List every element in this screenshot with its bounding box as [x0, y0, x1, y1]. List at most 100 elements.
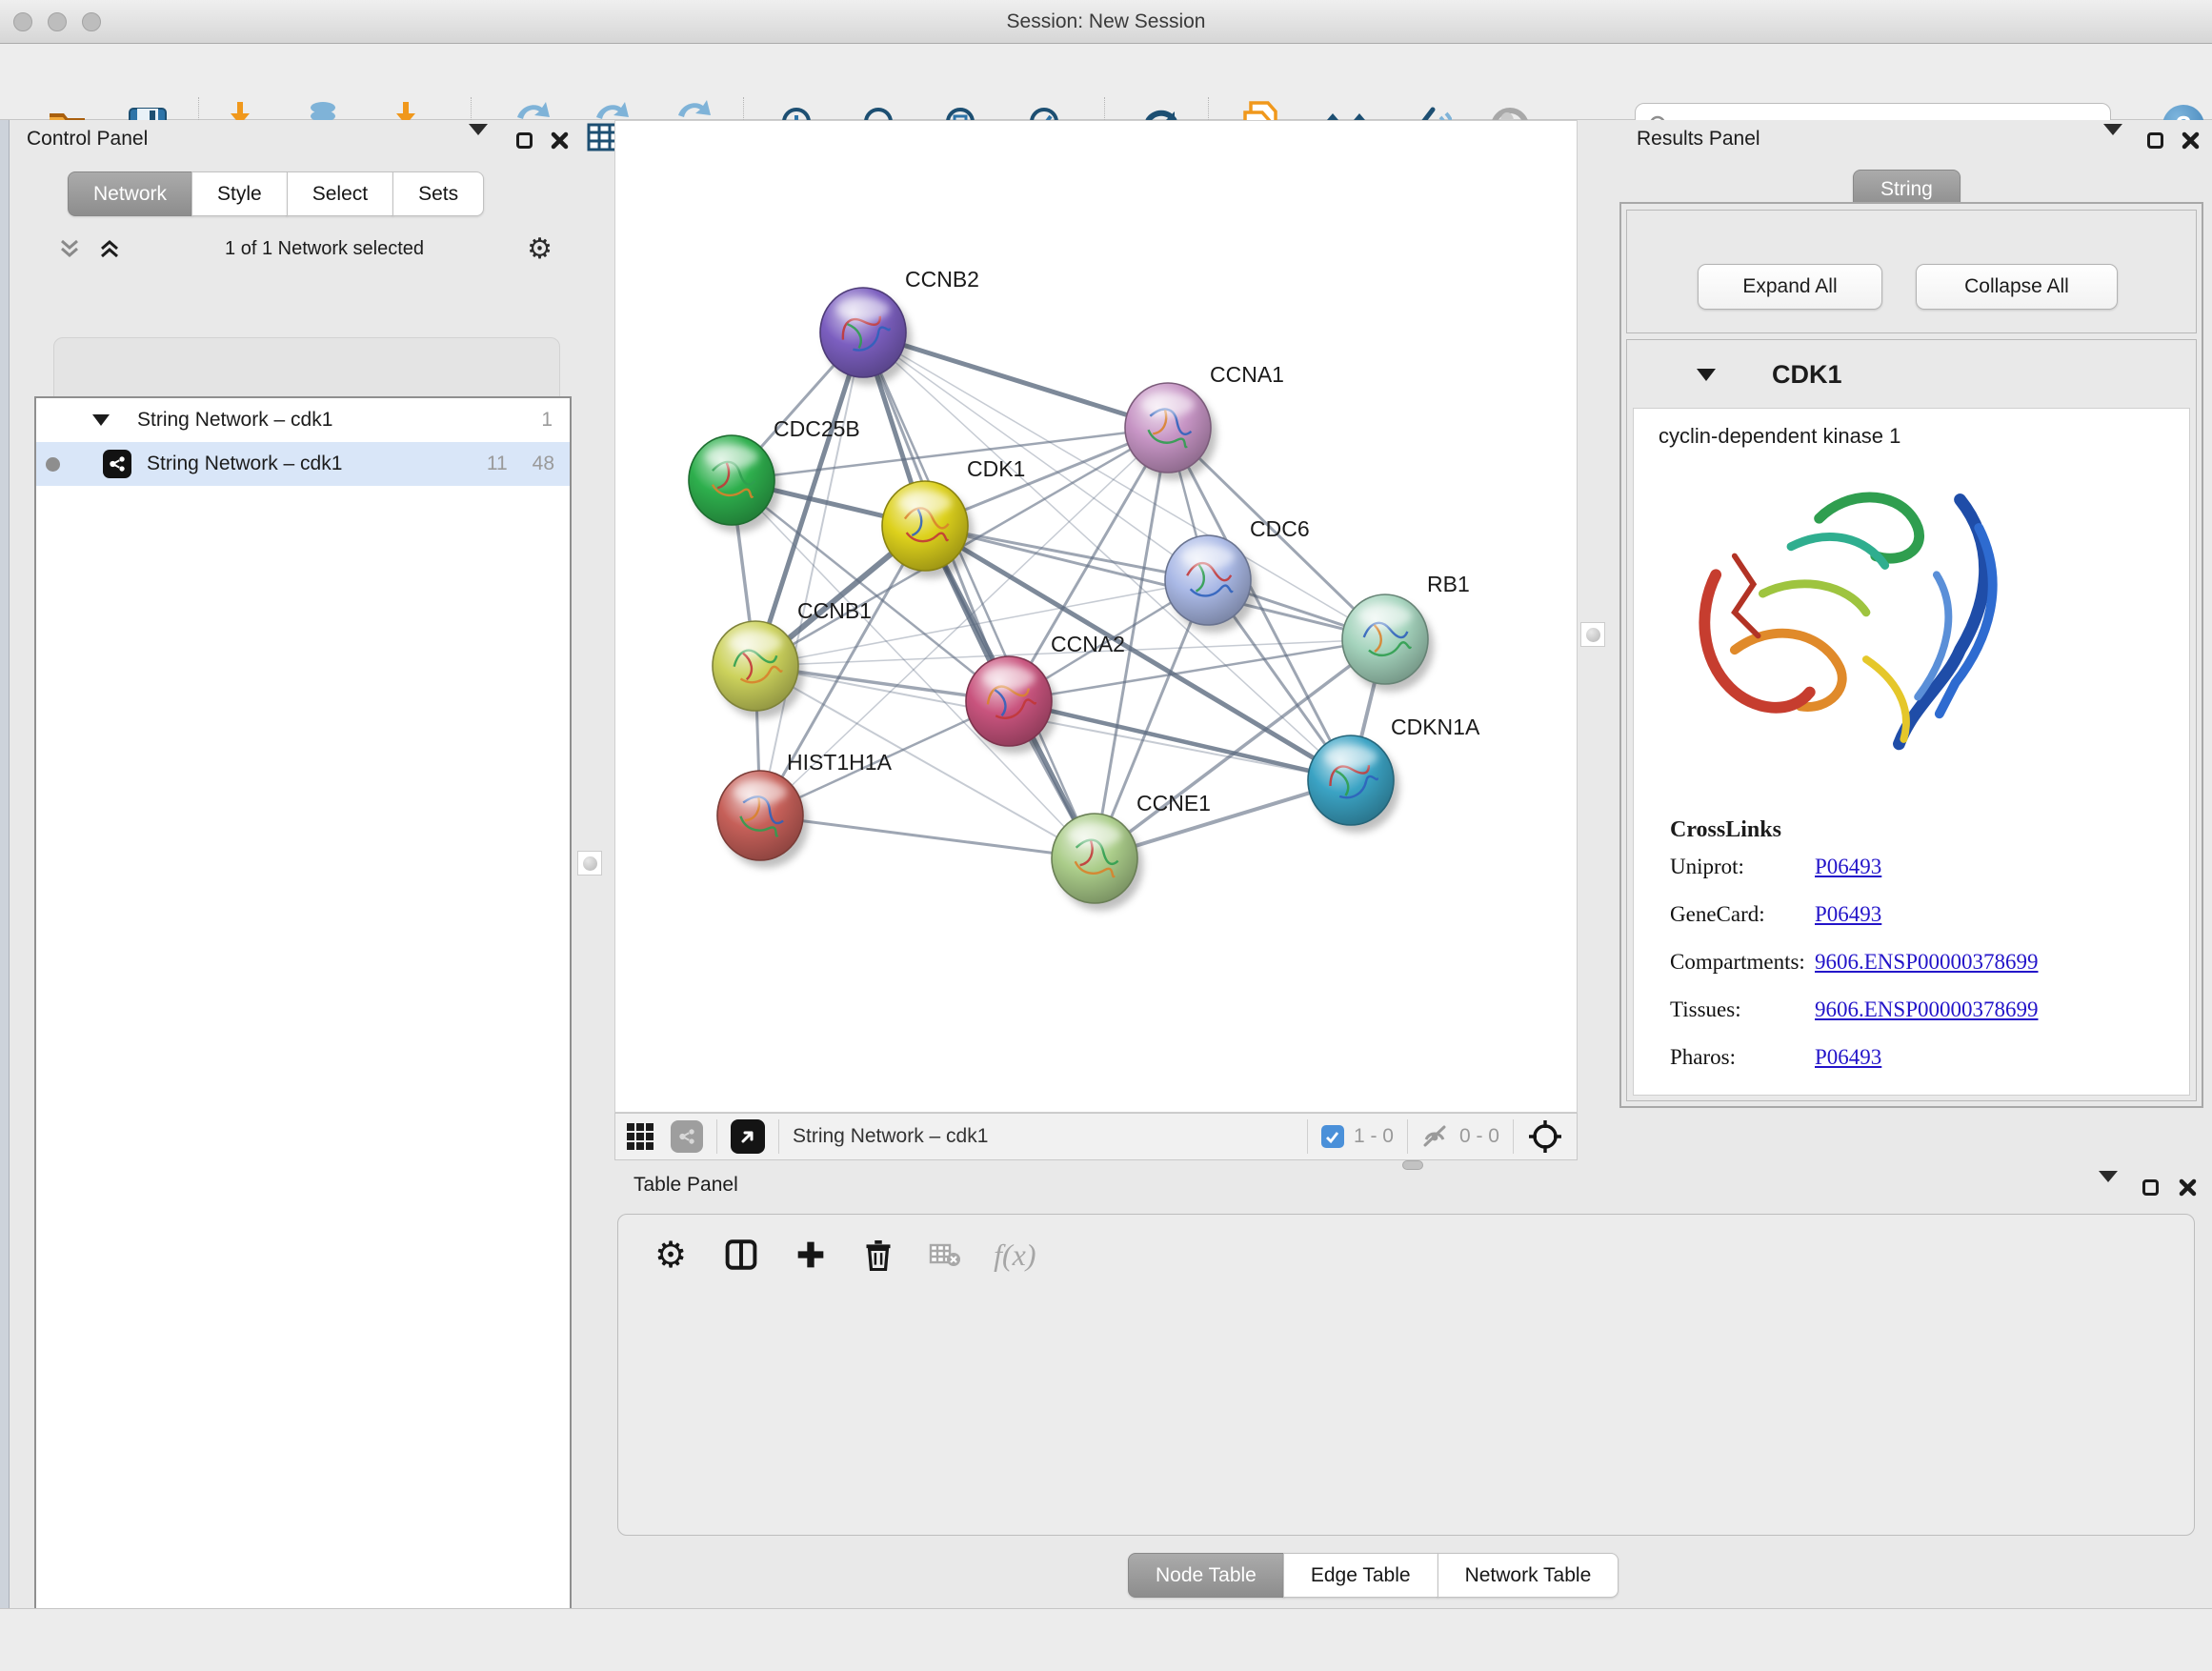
- selected-node-edge-counts: 1 - 0: [1354, 1125, 1394, 1148]
- collapse-all-networks-icon[interactable]: [57, 236, 82, 261]
- crosslink-row: GeneCard:P06493: [1634, 891, 2189, 938]
- tab-style[interactable]: Style: [191, 171, 288, 216]
- status-bar: Memory: [0, 1608, 2212, 1671]
- tab-edge-table[interactable]: Edge Table: [1283, 1553, 1438, 1598]
- table-panel-menu-icon[interactable]: [2099, 1182, 2118, 1199]
- node-label-CCNE1: CCNE1: [1136, 791, 1211, 815]
- node-label-CDK1: CDK1: [967, 456, 1025, 481]
- results-panel-float-icon[interactable]: [2147, 132, 2163, 149]
- function-builder-icon[interactable]: f(x): [994, 1238, 1036, 1273]
- delete-table-icon[interactable]: [929, 1241, 961, 1268]
- node-label-CCNB1: CCNB1: [797, 598, 872, 623]
- results-buttons-box: Expand All Collapse All: [1626, 210, 2197, 333]
- table-panel-float-icon[interactable]: [2142, 1179, 2159, 1196]
- delete-column-trash-icon[interactable]: [864, 1238, 893, 1271]
- table-panel-close-icon[interactable]: [2179, 1178, 2197, 1197]
- network-row[interactable]: String Network – cdk1 11 48: [36, 442, 570, 486]
- entry-collapse-icon[interactable]: [1696, 368, 1717, 382]
- background-window-sliver: [0, 120, 10, 1608]
- title-bar: Session: New Session: [0, 0, 2212, 44]
- tab-select[interactable]: Select: [287, 171, 393, 216]
- crosslink-row: Tissues:9606.ENSP00000378699: [1634, 986, 2189, 1034]
- selected-count-checkbox-icon[interactable]: [1321, 1125, 1344, 1148]
- network-collection-row[interactable]: String Network – cdk1 1: [36, 398, 570, 442]
- table-toolbar: ⚙ f(x): [618, 1215, 2194, 1295]
- network-node-CCNB1[interactable]: CCNB1: [713, 598, 872, 718]
- crosslink-row: Compartments:9606.ENSP00000378699: [1634, 938, 2189, 986]
- crosslink-label: Uniprot:: [1634, 855, 1815, 879]
- hidden-eye-icon[interactable]: [1421, 1124, 1450, 1149]
- network-edge-CCNA2-CDKN1A[interactable]: [1009, 701, 1351, 780]
- control-panel-close-icon[interactable]: [551, 131, 569, 150]
- tab-network[interactable]: Network: [68, 171, 192, 216]
- window-title: Session: New Session: [1007, 10, 1206, 33]
- expand-all-button[interactable]: Expand All: [1698, 264, 1882, 310]
- string-network-icon: [103, 450, 131, 478]
- gene-entry-header[interactable]: CDK1: [1627, 340, 2196, 409]
- minimize-window-icon[interactable]: [48, 12, 67, 31]
- network-node-HIST1H1A[interactable]: HIST1H1A: [717, 750, 893, 868]
- results-panel-menu-icon[interactable]: [2103, 135, 2122, 152]
- crosslink-link[interactable]: P06493: [1815, 1045, 1881, 1070]
- crosslink-link[interactable]: P06493: [1815, 902, 1881, 927]
- left-splitter-handle[interactable]: [577, 851, 602, 876]
- toolbar-separator: [1307, 1119, 1308, 1154]
- node-label-RB1: RB1: [1427, 572, 1470, 596]
- fit-selected-crosshair-button[interactable]: [1527, 1118, 1563, 1155]
- crosslink-row: Pharos:P06493: [1634, 1034, 2189, 1081]
- crosslink-link[interactable]: 9606.ENSP00000378699: [1815, 950, 2039, 975]
- bottom-splitter-handle[interactable]: [1402, 1160, 1423, 1170]
- collapse-all-button[interactable]: Collapse All: [1916, 264, 2118, 310]
- string-network-graph[interactable]: CCNB2CCNA1CDC25BCDK1CDC6RB1CCNB1CCNA2CDK…: [615, 121, 1577, 1112]
- network-selector-bar: 1 of 1 Network selected ⚙: [34, 223, 572, 274]
- network-overview-button[interactable]: [671, 1120, 703, 1153]
- control-panel-title: Control Panel: [27, 128, 148, 150]
- tab-network-table[interactable]: Network Table: [1438, 1553, 1619, 1598]
- node-label-HIST1H1A: HIST1H1A: [787, 750, 893, 775]
- table-panel-box: ⚙ f(x) shared namenamecanonical namedata…: [617, 1214, 2195, 1536]
- network-node-count: 11: [487, 453, 508, 475]
- network-view-canvas[interactable]: CCNB2CCNA1CDC25BCDK1CDC6RB1CCNB1CCNA2CDK…: [614, 120, 1578, 1113]
- hidden-node-edge-counts: 0 - 0: [1459, 1125, 1499, 1148]
- network-selected-status: 1 of 1 Network selected: [122, 238, 527, 260]
- control-panel-float-icon[interactable]: [516, 132, 533, 149]
- network-node-CCNE1[interactable]: CCNE1: [1052, 791, 1211, 911]
- control-panel: Control Panel NetworkStyleSelectSets 1 o…: [10, 120, 564, 1608]
- zoom-window-icon[interactable]: [82, 12, 101, 31]
- network-edge-HIST1H1A-CCNE1[interactable]: [760, 815, 1095, 858]
- right-splitter-handle[interactable]: [1580, 622, 1605, 647]
- table-options-gear-icon[interactable]: ⚙: [654, 1234, 687, 1276]
- gene-description: cyclin-dependent kinase 1: [1634, 409, 2189, 449]
- show-columns-icon[interactable]: [725, 1238, 757, 1271]
- network-node-RB1[interactable]: RB1: [1342, 572, 1470, 692]
- network-node-CCNB2[interactable]: CCNB2: [820, 267, 979, 385]
- network-node-CDKN1A[interactable]: CDKN1A: [1308, 715, 1480, 833]
- crosslink-link[interactable]: 9606.ENSP00000378699: [1815, 997, 2039, 1022]
- network-edge-CCNB2-CCNE1[interactable]: [863, 332, 1095, 858]
- birdseye-toggle-button[interactable]: [731, 1119, 765, 1154]
- network-current-dot-icon: [46, 457, 60, 472]
- network-options-gear-icon[interactable]: ⚙: [527, 232, 553, 266]
- network-edge-count: 48: [533, 453, 554, 475]
- network-node-CDK1[interactable]: CDK1: [882, 456, 1025, 578]
- node-label-CCNA1: CCNA1: [1210, 362, 1284, 387]
- network-node-CCNA1[interactable]: CCNA1: [1125, 362, 1284, 480]
- tab-node-table[interactable]: Node Table: [1128, 1553, 1284, 1598]
- results-panel-close-icon[interactable]: [2182, 131, 2200, 150]
- create-column-plus-icon[interactable]: [795, 1239, 826, 1270]
- main-toolbar: ?: [0, 44, 2212, 120]
- tab-sets[interactable]: Sets: [392, 171, 484, 216]
- gene-entry-content: cyclin-dependent kinase 1 CrossLinks Uni…: [1633, 408, 2190, 1096]
- expand-all-networks-icon[interactable]: [97, 236, 122, 261]
- table-type-tabs: Node TableEdge TableNetwork Table: [1129, 1553, 1619, 1598]
- toolbar-separator: [1407, 1119, 1408, 1154]
- close-window-icon[interactable]: [13, 12, 32, 31]
- graphics-details-button[interactable]: [625, 1121, 655, 1152]
- collection-expand-icon[interactable]: [91, 413, 111, 427]
- crosslink-link[interactable]: P06493: [1815, 855, 1881, 879]
- node-label-CDC25B: CDC25B: [774, 416, 860, 441]
- toolbar-separator: [778, 1119, 779, 1154]
- control-panel-menu-icon[interactable]: [469, 135, 488, 152]
- application-window: Session: New Session: [0, 0, 2212, 1671]
- node-label-CCNB2: CCNB2: [905, 267, 979, 292]
